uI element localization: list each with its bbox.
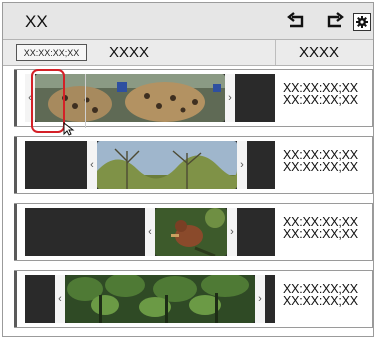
clip-thumbnail — [97, 141, 237, 189]
playhead-line — [85, 74, 86, 128]
title-bar: XX — [3, 3, 373, 40]
settings-button[interactable] — [353, 13, 371, 31]
window-title: XX — [25, 12, 48, 31]
clip-out-handle[interactable]: › — [255, 275, 265, 323]
timecode-column-label[interactable]: XXXX — [299, 44, 339, 61]
mouse-pointer-icon — [63, 122, 75, 136]
trees-thumbnail — [97, 141, 237, 189]
clip-rows: ‹ › XX:XX:XX;XX XX:XX:XX;XX ‹ › XX:XX:XX… — [3, 66, 373, 336]
clip-timecodes: XX:XX:XX;XX XX:XX:XX;XX — [283, 283, 369, 308]
clip-column-label[interactable]: XXXX — [109, 44, 149, 61]
clip-out-handle[interactable]: › — [227, 208, 237, 256]
undo-arrow-icon — [287, 12, 304, 28]
clip-filmstrip[interactable]: ‹ › — [25, 69, 275, 136]
clip-in-handle[interactable]: ‹ — [145, 208, 155, 256]
clip-thumbnail — [155, 208, 227, 256]
undo-button[interactable] — [286, 10, 308, 32]
column-header: XX:XX:XX;XX XXXX XXXX — [3, 40, 373, 66]
redo-button[interactable] — [323, 10, 345, 32]
clip-row[interactable]: ‹ › XX:XX:XX;XX XX:XX:XX;XX — [14, 69, 373, 136]
forest-thumbnail — [65, 275, 255, 323]
clip-row[interactable]: ‹ › XX:XX:XX;XX XX:XX:XX;XX — [14, 136, 373, 194]
column-divider[interactable] — [275, 40, 276, 65]
clip-timecodes: XX:XX:XX;XX XX:XX:XX;XX — [283, 149, 369, 174]
clip-out-timecode: XX:XX:XX;XX — [283, 294, 358, 308]
in-handle-highlight — [31, 69, 65, 133]
gear-icon — [356, 16, 368, 28]
clip-filmstrip[interactable]: ‹ › — [25, 141, 275, 189]
clip-filmstrip[interactable]: ‹ › — [25, 275, 275, 323]
clip-thumbnail — [65, 275, 255, 323]
redo-arrow-icon — [327, 12, 344, 28]
clip-filmstrip[interactable]: ‹ › — [25, 208, 275, 256]
clip-timecodes: XX:XX:XX;XX XX:XX:XX;XX — [283, 82, 369, 107]
clip-row[interactable]: ‹ › XX:XX:XX;XX XX:XX:XX;XX — [14, 203, 373, 261]
clip-out-timecode: XX:XX:XX;XX — [283, 93, 358, 107]
clip-in-handle[interactable]: ‹ — [55, 275, 65, 323]
clip-out-handle[interactable]: › — [237, 141, 247, 189]
clip-timecodes: XX:XX:XX;XX XX:XX:XX;XX — [283, 216, 369, 241]
clip-list-panel: XX XX:XX:XX;XX XXXX XXXX ‹ › XX:XX:XX;XX… — [2, 2, 374, 337]
clip-out-handle[interactable]: › — [225, 74, 235, 122]
clip-out-timecode: XX:XX:XX;XX — [283, 227, 358, 241]
clip-in-handle[interactable]: ‹ — [87, 141, 97, 189]
clip-row[interactable]: ‹ › XX:XX:XX;XX XX:XX:XX;XX — [14, 270, 373, 328]
bird-thumbnail — [155, 208, 227, 256]
clip-out-timecode: XX:XX:XX;XX — [283, 160, 358, 174]
current-timecode-box[interactable]: XX:XX:XX;XX — [16, 44, 87, 61]
